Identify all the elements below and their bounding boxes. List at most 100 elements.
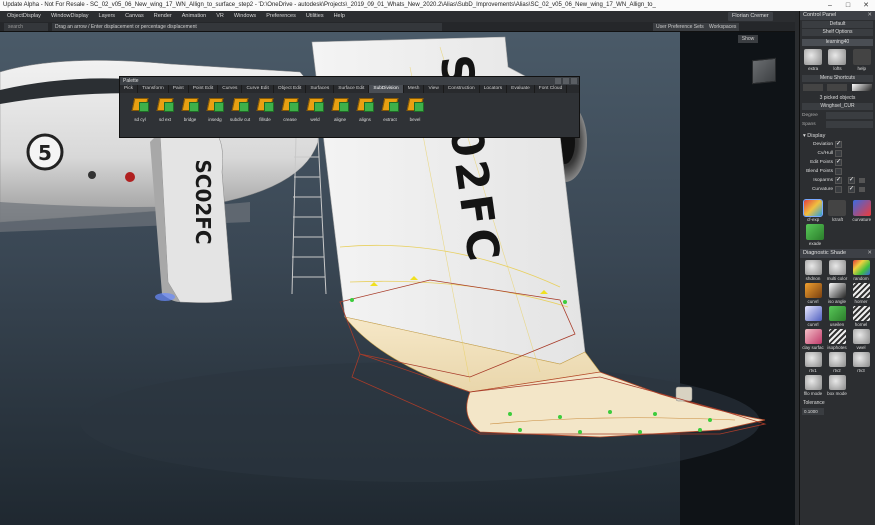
tolerance-field[interactable]: 0.1000 (802, 408, 824, 415)
palette-tab[interactable]: Transform (138, 85, 169, 93)
palette-options-icon[interactable] (563, 78, 569, 84)
picked-object-name[interactable]: Winghsel_CUR (802, 103, 873, 110)
diagnostic-shade-option[interactable]: hornel (849, 306, 873, 327)
palette-tab[interactable]: View (424, 85, 444, 93)
palette-tool[interactable]: extract (379, 96, 401, 122)
extra-tool-exade[interactable]: exade (804, 224, 826, 246)
display-option-checkbox-2[interactable]: ✓ (848, 186, 855, 193)
display-option-checkbox[interactable]: ✓ (835, 159, 842, 166)
palette-tab[interactable]: Evaluate (507, 85, 535, 93)
user-account-button[interactable]: Florian Cremer (728, 12, 773, 21)
diagnostic-shade-option[interactable]: iso angle (825, 283, 849, 304)
palette-tab[interactable]: Construction (444, 85, 480, 93)
palette-tool[interactable]: subdiv cut (229, 96, 251, 122)
user-preference-sets-button[interactable]: User Preference Sets (653, 23, 707, 31)
palette-tab[interactable]: Font Cloud (535, 85, 568, 93)
perspective-viewport[interactable]: 5 SC02FC SC02FC Show Palette Pick Transf… (0, 32, 795, 525)
display-option-checkbox[interactable]: ✓ (835, 177, 842, 184)
display-section-header[interactable]: ▾ Display (800, 130, 875, 140)
palette-tab[interactable]: SubDivision (369, 85, 404, 93)
shelf-tool-extra[interactable]: extra (802, 49, 824, 71)
view-cube[interactable] (752, 57, 776, 85)
diagnostic-shade-option[interactable]: fllo mode (801, 375, 825, 396)
shelf-name[interactable]: learning40 (802, 39, 873, 46)
diagnostic-shade-option[interactable]: isophotes (825, 329, 849, 350)
palette-tool[interactable]: fillsde (254, 96, 276, 122)
palette-close-icon[interactable] (571, 78, 577, 84)
minimize-icon[interactable]: – (821, 0, 839, 11)
palette-tab[interactable]: Surfaces (306, 85, 335, 93)
spans-field[interactable] (826, 121, 873, 128)
palette-tool[interactable]: weld (304, 96, 326, 122)
palette-tab[interactable]: Locators (480, 85, 508, 93)
menu-shortcuts-button[interactable]: Menu Shortcuts (802, 75, 873, 82)
menu-utilities[interactable]: Utilities (301, 11, 329, 22)
diagnostic-shade-option[interactable]: rtv3 (849, 352, 873, 373)
palette-tab[interactable]: Curve Edit (242, 85, 274, 93)
menu-windowdisplay[interactable]: WindowDisplay (46, 11, 94, 22)
palette-tool[interactable]: sd cyl (129, 96, 151, 122)
eval-tool-lctraft[interactable]: lctraft (826, 200, 848, 222)
shelf-tool-help[interactable]: help (851, 49, 873, 71)
diagnostic-shade-option[interactable]: rtv1 (801, 352, 825, 373)
palette-tool[interactable]: bevel (404, 96, 426, 122)
diagnostic-shade-option[interactable]: horner (849, 283, 873, 304)
palette-tab[interactable]: Paint (169, 85, 189, 93)
panel-close-icon[interactable]: ✕ (867, 11, 872, 20)
shortcut-icon-2[interactable] (827, 84, 848, 91)
shortcut-icon-1[interactable] (803, 84, 824, 91)
shelf-options-button[interactable]: Shelf Options (802, 29, 873, 36)
display-option-checkbox-2[interactable]: ✓ (848, 177, 855, 184)
menu-windows[interactable]: Windows (229, 11, 261, 22)
diagnostic-shade-option[interactable]: vwel (849, 329, 873, 350)
palette-tab[interactable]: Curves (218, 85, 243, 93)
default-combo[interactable]: Default (802, 21, 873, 28)
diagnostic-shade-option[interactable]: shdnon (801, 260, 825, 281)
maximize-icon[interactable]: □ (839, 0, 857, 11)
palette-tool[interactable]: sd ext (154, 96, 176, 122)
menu-layers[interactable]: Layers (94, 11, 121, 22)
diagnostic-shade-option[interactable]: curvrl (801, 283, 825, 304)
menu-canvas[interactable]: Canvas (120, 11, 149, 22)
show-button[interactable]: Show (738, 35, 758, 43)
palette-tab[interactable]: Surface Edit (334, 85, 370, 93)
shelf-tool-lofts[interactable]: lofts (826, 49, 848, 71)
menu-help[interactable]: Help (329, 11, 350, 22)
shortcut-icon-3[interactable] (851, 84, 872, 91)
display-option-checkbox[interactable]: ✓ (835, 141, 842, 148)
menu-animation[interactable]: Animation (177, 11, 211, 22)
palette-tool[interactable]: bridge (179, 96, 201, 122)
display-option-checkbox[interactable] (835, 186, 842, 193)
diagnostic-shade-option[interactable]: box mode (825, 375, 849, 396)
workspaces-button[interactable]: Workspaces (706, 23, 740, 31)
diagnostic-shade-option[interactable]: multi color (825, 260, 849, 281)
diagnostic-shade-option[interactable]: rtv2 (825, 352, 849, 373)
palette-tab[interactable]: Point Edit (189, 85, 219, 93)
close-icon[interactable]: ✕ (857, 0, 875, 11)
palette-tab[interactable]: Object Edit (274, 85, 307, 93)
diagnostic-shade-option[interactable]: clay surfac (801, 329, 825, 350)
palette-tool[interactable]: crease (279, 96, 301, 122)
prompt-search-field[interactable]: search (4, 23, 48, 31)
diagnostic-shade-option[interactable]: curvrl (801, 306, 825, 327)
option-box-icon[interactable] (859, 187, 865, 192)
diagnostic-shade-option[interactable]: useilen (825, 306, 849, 327)
palette-tool[interactable]: insedg (204, 96, 226, 122)
palette-title-bar[interactable]: Palette (120, 77, 579, 85)
eval-tool-cf-exp[interactable]: cf-exp (802, 199, 824, 222)
menu-vr[interactable]: VR (211, 11, 229, 22)
palette-tool[interactable]: aligne (329, 96, 351, 122)
option-box-icon[interactable] (859, 178, 865, 183)
degree-field[interactable] (826, 112, 873, 119)
palette-tool[interactable]: aligns (354, 96, 376, 122)
palette-tab[interactable]: Pick (120, 85, 139, 93)
menu-render[interactable]: Render (149, 11, 177, 22)
display-option-checkbox[interactable] (835, 168, 842, 175)
palette-tab[interactable]: Mesh (404, 85, 425, 93)
diagnostic-close-icon[interactable]: ✕ (867, 249, 872, 258)
diagnostic-shade-option[interactable]: random (849, 260, 873, 281)
eval-tool-curvature[interactable]: curvature (851, 200, 873, 222)
palette-minimize-icon[interactable] (555, 78, 561, 84)
menu-preferences[interactable]: Preferences (261, 11, 301, 22)
display-option-checkbox[interactable] (835, 150, 842, 157)
